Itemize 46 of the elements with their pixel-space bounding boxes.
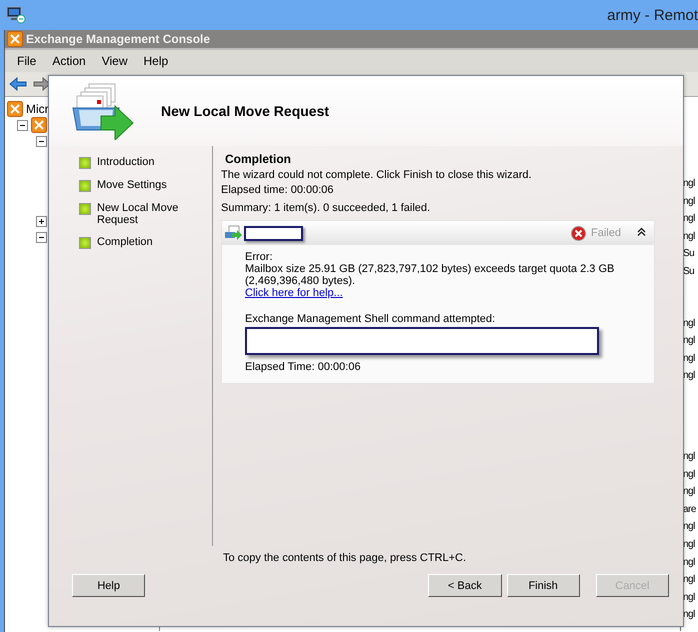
step-label: New Local Move Request (97, 202, 180, 226)
menu-item[interactable]: View (94, 54, 136, 68)
error-label: Error: (245, 251, 274, 264)
error-icon (571, 226, 586, 241)
collapse-icon[interactable] (17, 120, 28, 130)
help-link[interactable]: Click here for help... (245, 287, 343, 300)
list-cell-text: Su (683, 264, 696, 279)
copy-hint: To copy the contents of this page, press CTRL+C. (223, 552, 468, 564)
exchange-logo-icon (7, 101, 23, 117)
menu-item[interactable]: Action (44, 54, 94, 68)
forward-arrow-icon[interactable] (33, 77, 51, 91)
step-label: Completion (97, 236, 154, 248)
wizard-button[interactable]: < Back (428, 574, 502, 598)
window-title: army - Remot (607, 6, 698, 24)
step-status-icon (79, 237, 91, 250)
menu-item[interactable]: Help (136, 54, 176, 68)
section-heading: Completion (225, 152, 292, 166)
window-title: Exchange Management Console (26, 32, 210, 46)
status-message: The wizard could not complete. Click Finish to close this wizard. (221, 169, 533, 182)
status-label: Failed (591, 227, 621, 240)
list-cell-text: are (683, 502, 697, 517)
step-status-icon (79, 203, 91, 216)
tree-item[interactable]: Micr (26, 102, 49, 116)
wizard-button[interactable]: Help (72, 574, 146, 598)
list-cell-text: Su (683, 247, 696, 262)
back-arrow-icon[interactable] (9, 77, 27, 91)
redaction-box (244, 226, 303, 241)
summary-text: Summary: 1 item(s). 0 succeeded, 1 failed. (221, 202, 432, 214)
collapse-icon[interactable] (36, 232, 47, 242)
remote-desktop-icon (6, 6, 26, 24)
elapsed-time: Elapsed time: 00:00:06 (221, 184, 335, 196)
expand-icon[interactable] (36, 216, 47, 226)
collapse-icon[interactable] (36, 136, 47, 146)
mailbox-move-icon (224, 225, 242, 242)
server-icon (31, 117, 47, 133)
step-status-icon (79, 180, 91, 192)
menu-item[interactable]: File (9, 54, 44, 68)
step-label: Move Settings (97, 179, 168, 192)
wizard-title: New Local Move Request (161, 103, 330, 120)
step-status-icon (79, 157, 91, 170)
wizard-button[interactable]: Finish (506, 574, 580, 598)
step-label: Introduction (97, 156, 156, 168)
elapsed-time: Elapsed Time: 00:00:06 (245, 361, 362, 374)
command-label: Exchange Management Shell command attempted: (245, 313, 496, 326)
error-message: Mailbox size 25.91 GB (27,823,797,102 bytes) exceeds target quota 2.3 GB (2,469,396,480 bytes). (245, 263, 616, 288)
app-logo-icon (7, 31, 23, 47)
